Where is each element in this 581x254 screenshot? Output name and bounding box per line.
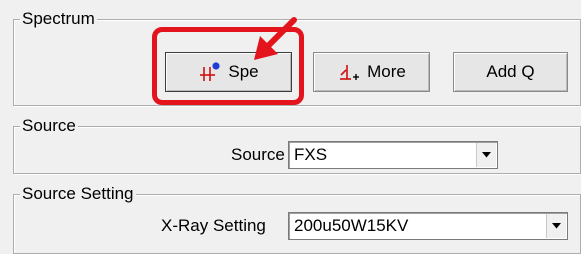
add-q-button[interactable]: Add Q <box>453 52 568 92</box>
source-field-label: Source <box>231 145 285 164</box>
spectrum-group-title: Spectrum <box>20 9 97 29</box>
chevron-down-icon <box>552 223 561 229</box>
source-group-title: Source <box>20 116 78 136</box>
xray-setting-field-label: X-Ray Setting <box>161 216 266 235</box>
source-select[interactable]: FXS <box>288 141 498 169</box>
source-setting-group-title: Source Setting <box>20 184 136 204</box>
chevron-down-icon <box>482 152 491 158</box>
peak-add-icon <box>340 65 360 80</box>
add-q-button-label: Add Q <box>486 62 535 81</box>
more-button[interactable]: More <box>313 52 430 92</box>
red-arrow-icon <box>254 17 297 60</box>
source-dropdown-arrow[interactable] <box>476 143 496 167</box>
source-select-value: FXS <box>294 145 328 164</box>
xray-setting-dropdown-arrow[interactable] <box>546 214 566 238</box>
xray-setting-select-value: 200u50W15KV <box>294 216 409 235</box>
xray-setting-select[interactable]: 200u50W15KV <box>288 212 568 240</box>
more-button-label: More <box>367 62 406 81</box>
